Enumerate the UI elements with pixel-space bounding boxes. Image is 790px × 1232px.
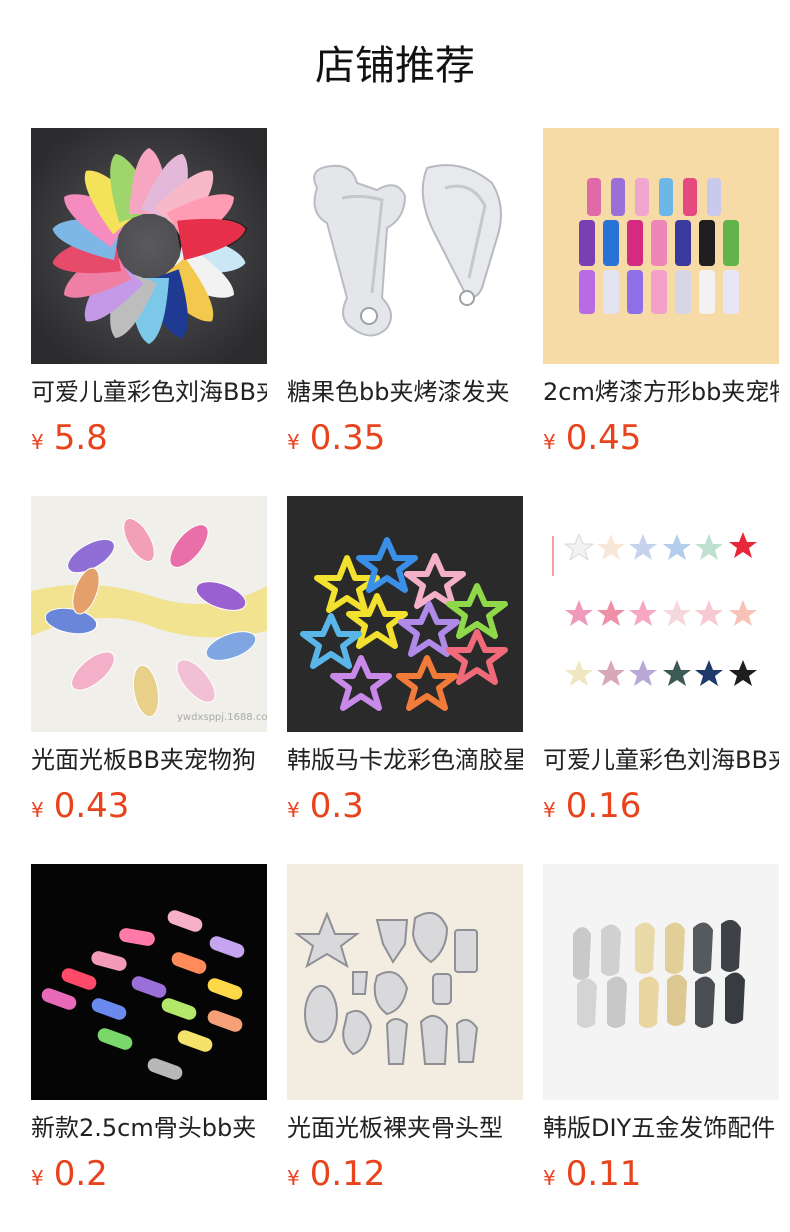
- product-price: ¥0.35: [287, 416, 385, 460]
- product-price: ¥0.43: [31, 784, 129, 828]
- product-card[interactable]: ywdxsppj.1688.com 光面光板BB夹宠物狗 ¥0.43: [31, 496, 267, 846]
- price-value: 0.2: [53, 1154, 108, 1194]
- price-value: 0.45: [565, 418, 642, 458]
- currency-symbol: ¥: [287, 1166, 300, 1190]
- product-image[interactable]: [287, 496, 523, 732]
- product-image[interactable]: ywdxsppj.1688.com: [31, 496, 267, 732]
- price-value: 0.3: [309, 786, 364, 826]
- product-price: ¥5.8: [31, 416, 108, 460]
- product-name[interactable]: 光面光板裸夹骨头型: [287, 1110, 523, 1146]
- price-value: 0.11: [565, 1154, 642, 1194]
- product-image[interactable]: [31, 864, 267, 1100]
- price-value: 0.12: [309, 1154, 386, 1194]
- product-image[interactable]: [287, 864, 523, 1100]
- product-card[interactable]: 光面光板裸夹骨头型 ¥0.12: [287, 864, 523, 1214]
- product-name[interactable]: 2cm烤漆方形bb夹宠物: [543, 374, 779, 410]
- product-card[interactable]: 韩版马卡龙彩色滴胶星星 ¥0.3: [287, 496, 523, 846]
- page-title: 店铺推荐: [315, 43, 475, 89]
- product-price: ¥0.12: [287, 1152, 385, 1196]
- product-name[interactable]: 可爱儿童彩色刘海BB夹: [31, 374, 267, 410]
- product-name[interactable]: 韩版DIY五金发饰配件: [543, 1110, 779, 1146]
- currency-symbol: ¥: [543, 1166, 556, 1190]
- product-card[interactable]: 新款2.5cm骨头bb夹 ¥0.2: [31, 864, 267, 1214]
- product-image[interactable]: [543, 496, 779, 732]
- product-price: ¥0.2: [31, 1152, 108, 1196]
- product-image[interactable]: [543, 864, 779, 1100]
- product-price: ¥0.16: [543, 784, 641, 828]
- currency-symbol: ¥: [543, 430, 556, 454]
- product-name[interactable]: 可爱儿童彩色刘海BB夹: [543, 742, 779, 778]
- product-image[interactable]: [543, 128, 779, 364]
- product-card[interactable]: 糖果色bb夹烤漆发夹 ¥0.35: [287, 128, 523, 478]
- product-name[interactable]: 糖果色bb夹烤漆发夹: [287, 374, 523, 410]
- currency-symbol: ¥: [287, 798, 300, 822]
- currency-symbol: ¥: [31, 1166, 44, 1190]
- product-card[interactable]: 可爱儿童彩色刘海BB夹 ¥5.8: [31, 128, 267, 478]
- currency-symbol: ¥: [543, 798, 556, 822]
- currency-symbol: ¥: [31, 798, 44, 822]
- product-card[interactable]: 可爱儿童彩色刘海BB夹 ¥0.16: [543, 496, 779, 846]
- product-image[interactable]: [287, 128, 523, 364]
- svg-text:ywdxsppj.1688.com: ywdxsppj.1688.com: [177, 712, 267, 723]
- product-card[interactable]: 韩版DIY五金发饰配件 ¥0.11: [543, 864, 779, 1214]
- price-value: 5.8: [53, 418, 108, 458]
- product-name[interactable]: 新款2.5cm骨头bb夹: [31, 1110, 267, 1146]
- product-price: ¥0.45: [543, 416, 641, 460]
- price-value: 0.43: [53, 786, 130, 826]
- product-name[interactable]: 韩版马卡龙彩色滴胶星星: [287, 742, 523, 778]
- product-name[interactable]: 光面光板BB夹宠物狗: [31, 742, 267, 778]
- product-price: ¥0.11: [543, 1152, 641, 1196]
- product-price: ¥0.3: [287, 784, 364, 828]
- price-value: 0.16: [565, 786, 642, 826]
- currency-symbol: ¥: [31, 430, 44, 454]
- price-value: 0.35: [309, 418, 386, 458]
- product-card[interactable]: 2cm烤漆方形bb夹宠物 ¥0.45: [543, 128, 779, 478]
- currency-symbol: ¥: [287, 430, 300, 454]
- product-image[interactable]: [31, 128, 267, 364]
